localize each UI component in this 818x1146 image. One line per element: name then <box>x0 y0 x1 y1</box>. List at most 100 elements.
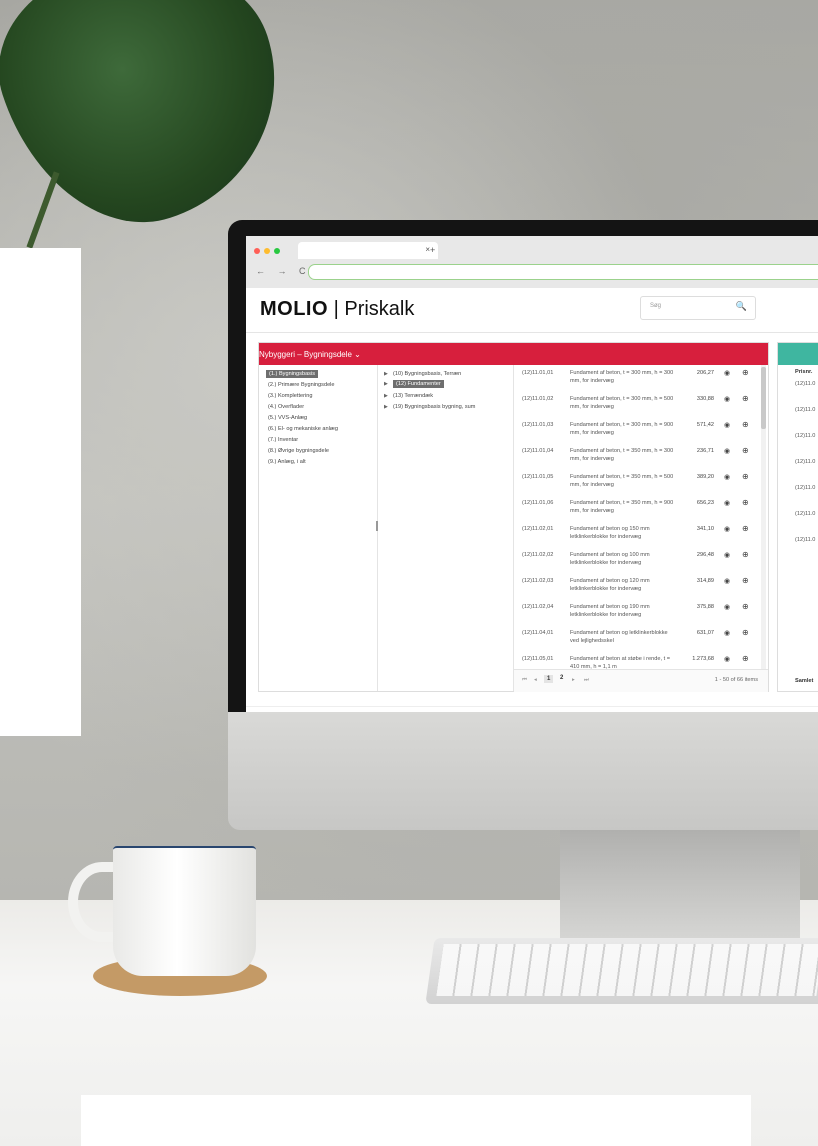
prev-page-icon[interactable]: ◂ <box>534 677 537 683</box>
keyboard-keys <box>436 944 818 996</box>
item-description: Fundament af beton og 190 mm letklinkerb… <box>570 604 650 618</box>
table-row[interactable]: (12)11.01,05 Fundament af beton, t = 350… <box>514 472 760 498</box>
category-item[interactable]: (3.) Komplettering <box>268 393 312 399</box>
bygningsdele-panel: Nybyggeri – Bygningsdele ⌄ (1.) Bygnings… <box>258 342 769 692</box>
scrollbar[interactable] <box>761 365 766 669</box>
address-bar[interactable] <box>308 264 818 280</box>
calculation-panel: Prisnr. (12)11.0 (12)11.0 (12)11.0 (12)1… <box>777 342 818 692</box>
eye-icon[interactable]: ◉ <box>724 525 730 533</box>
eye-icon[interactable]: ◉ <box>724 447 730 455</box>
left-white-panel <box>0 248 81 736</box>
item-price: 330,88 <box>696 396 714 402</box>
brand-logo[interactable]: MOLIO | Priskalk <box>260 298 414 321</box>
item-description: Fundament af beton, t = 300 mm, h = 500 … <box>570 396 674 410</box>
column-header-prisnr[interactable]: Prisnr. <box>795 369 812 375</box>
panel-title[interactable]: Nybyggeri – Bygningsdele ⌄ <box>259 350 361 359</box>
item-price: 656,23 <box>696 500 714 506</box>
category-item[interactable]: (5.) VVS-Anlæg <box>268 415 307 421</box>
add-circle-icon[interactable]: ⊕ <box>742 394 749 403</box>
add-circle-icon[interactable]: ⊕ <box>742 498 749 507</box>
calculation-panel-header[interactable] <box>778 343 818 365</box>
nav-buttons[interactable]: ← → C <box>256 266 311 276</box>
close-dot-icon[interactable] <box>254 248 260 254</box>
page-number[interactable]: 2 <box>560 675 563 681</box>
add-circle-icon[interactable]: ⊕ <box>742 576 749 585</box>
add-circle-icon[interactable]: ⊕ <box>742 654 749 663</box>
table-row[interactable]: (12)11.01,01 Fundament af beton, t = 300… <box>514 368 760 394</box>
item-description: Fundament af beton og 150 mm letklinkerb… <box>570 526 650 540</box>
subcategory-item[interactable]: ▶ (10) Bygningsbasis, Terræn <box>384 371 461 377</box>
list-item[interactable]: (12)11.0 <box>795 433 815 439</box>
minimize-dot-icon[interactable] <box>264 248 270 254</box>
eye-icon[interactable]: ◉ <box>724 499 730 507</box>
table-row[interactable]: (12)11.02,02 Fundament af beton og 100 m… <box>514 550 760 576</box>
add-circle-icon[interactable]: ⊕ <box>742 602 749 611</box>
first-page-icon[interactable]: ⏮ <box>522 677 527 684</box>
list-item[interactable]: (12)11.0 <box>795 537 815 543</box>
search-icon[interactable]: 🔍 <box>736 301 747 312</box>
eye-icon[interactable]: ◉ <box>724 473 730 481</box>
table-row[interactable]: (12)11.01,04 Fundament af beton, t = 350… <box>514 446 760 472</box>
subcategory-item[interactable]: ▶ (19) Bygningsbasis bygning, sum <box>384 404 475 410</box>
eye-icon[interactable]: ◉ <box>724 577 730 585</box>
expand-arrow-icon[interactable]: ▶ <box>384 371 393 377</box>
page-number[interactable]: 1 <box>544 675 554 683</box>
table-row[interactable]: (12)11.01,02 Fundament af beton, t = 300… <box>514 394 760 420</box>
item-price: 631,07 <box>696 630 714 636</box>
item-description: Fundament af beton, t = 300 mm, h = 900 … <box>570 422 674 436</box>
category-list: (1.) Bygningsbasis (2.) Primære Bygnings… <box>259 365 378 691</box>
last-page-icon[interactable]: ⏭ <box>584 677 589 684</box>
category-item[interactable]: (2.) Primære Bygningsdele <box>268 382 335 388</box>
table-row[interactable]: (12)11.04,01 Fundament af beton og letkl… <box>514 628 760 654</box>
add-circle-icon[interactable]: ⊕ <box>742 472 749 481</box>
browser-tab[interactable]: × <box>298 242 438 259</box>
eye-icon[interactable]: ◉ <box>724 395 730 403</box>
list-item[interactable]: (12)11.0 <box>795 407 815 413</box>
table-row[interactable]: (12)11.05,01 Fundament af beton at støbe… <box>514 654 760 669</box>
panel-header[interactable]: Nybyggeri – Bygningsdele ⌄ <box>259 343 768 365</box>
category-item[interactable]: (7.) Inventar <box>268 437 298 443</box>
add-circle-icon[interactable]: ⊕ <box>742 420 749 429</box>
table-row[interactable]: (12)11.01,06 Fundament af beton, t = 350… <box>514 498 760 524</box>
eye-icon[interactable]: ◉ <box>724 603 730 611</box>
list-item[interactable]: (12)11.0 <box>795 511 815 517</box>
subcategory-item[interactable]: ▶ (12) Fundamenter <box>384 380 444 388</box>
table-row[interactable]: (12)11.02,03 Fundament af beton og 120 m… <box>514 576 760 602</box>
eye-icon[interactable]: ◉ <box>724 629 730 637</box>
item-price: 1.273,68 <box>692 656 714 662</box>
add-circle-icon[interactable]: ⊕ <box>742 368 749 377</box>
scrollbar-thumb[interactable] <box>761 367 766 429</box>
item-description: Fundament af beton, t = 300 mm, h = 300 … <box>570 370 674 384</box>
search-input[interactable]: Søg 🔍 <box>640 296 756 320</box>
expand-arrow-icon[interactable]: ▶ <box>384 404 393 410</box>
category-item[interactable]: (6.) El- og mekaniske anlæg <box>268 426 338 432</box>
table-row[interactable]: (12)11.01,03 Fundament af beton, t = 300… <box>514 420 760 446</box>
add-circle-icon[interactable]: ⊕ <box>742 446 749 455</box>
category-item[interactable]: (8.) Øvrige bygningsdele <box>268 448 329 454</box>
bottom-white-panel <box>81 1095 751 1146</box>
eye-icon[interactable]: ◉ <box>724 551 730 559</box>
add-circle-icon[interactable]: ⊕ <box>742 628 749 637</box>
table-row[interactable]: (12)11.02,04 Fundament af beton og 190 m… <box>514 602 760 628</box>
search-placeholder: Søg <box>650 303 662 309</box>
add-circle-icon[interactable]: ⊕ <box>742 550 749 559</box>
eye-icon[interactable]: ◉ <box>724 655 730 663</box>
subcategory-item[interactable]: ▶ (13) Terrændæk <box>384 393 433 399</box>
subcategory-label: (10) Bygningsbasis, Terræn <box>393 371 462 377</box>
list-item[interactable]: (12)11.0 <box>795 485 815 491</box>
list-item[interactable]: (12)11.0 <box>795 381 815 387</box>
eye-icon[interactable]: ◉ <box>724 421 730 429</box>
maximize-dot-icon[interactable] <box>274 248 280 254</box>
new-tab-icon[interactable]: + <box>430 245 435 255</box>
eye-icon[interactable]: ◉ <box>724 369 730 377</box>
expand-arrow-icon[interactable]: ▶ <box>384 381 393 387</box>
next-page-icon[interactable]: ▸ <box>572 677 575 683</box>
category-item[interactable]: (4.) Overflader <box>268 404 304 410</box>
category-item[interactable]: (9.) Anlæg, i alt <box>268 459 306 465</box>
add-circle-icon[interactable]: ⊕ <box>742 524 749 533</box>
expand-arrow-icon[interactable]: ▶ <box>384 393 393 399</box>
table-row[interactable]: (12)11.02,01 Fundament af beton og 150 m… <box>514 524 760 550</box>
category-item[interactable]: (1.) Bygningsbasis <box>266 370 319 378</box>
item-price: 389,20 <box>696 474 714 480</box>
list-item[interactable]: (12)11.0 <box>795 459 815 465</box>
